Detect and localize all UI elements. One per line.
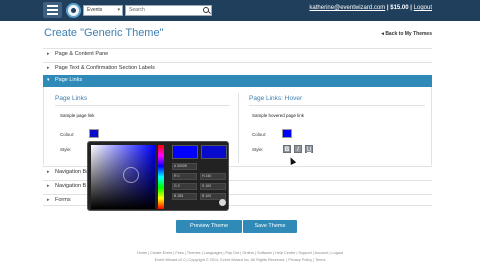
bold-button[interactable]: B xyxy=(283,145,291,153)
search-scope-select[interactable]: Events ▾ xyxy=(83,5,123,16)
hover-style-label: Style: xyxy=(252,147,264,152)
user-email-link[interactable]: katherine@eventwizard.com xyxy=(309,5,385,11)
search-input[interactable]: Search xyxy=(125,5,212,16)
hamburger-menu-icon[interactable] xyxy=(43,2,62,18)
green-field[interactable]: G 0 xyxy=(172,183,197,190)
section-label: Page Links xyxy=(55,77,83,83)
chevron-right-icon: ▸ xyxy=(47,183,50,189)
chevron-right-icon: ▸ xyxy=(47,169,50,175)
top-navigation-bar: Events ▾ Search katherine@eventwizard.co… xyxy=(0,0,480,21)
section-label: Page Text & Confirmation Section Labels xyxy=(55,65,155,71)
section-label: Navigation B xyxy=(55,183,87,189)
color-picker-popup: # 0000ff R 0 H 240 G 0 S 100 B 255 B 100 xyxy=(87,141,229,211)
app-logo[interactable] xyxy=(66,3,81,18)
back-to-themes-link[interactable]: ◂ Back to My Themes xyxy=(381,31,432,37)
colour-label: Colour: xyxy=(60,132,75,137)
section-page-text-labels[interactable]: ▸ Page Text & Confirmation Section Label… xyxy=(43,62,432,74)
back-link-label: Back to My Themes xyxy=(385,31,432,37)
color-selector-ring[interactable] xyxy=(123,167,139,183)
account-balance[interactable]: $15.00 xyxy=(390,5,408,11)
section-label: Page & Content Pane xyxy=(55,51,109,57)
page-title: Create "Generic Theme" xyxy=(44,27,164,39)
link-colour-swatch[interactable] xyxy=(89,129,99,138)
footer-copyright: Event Wizard v2.0 | Copyright © 2014, Ev… xyxy=(154,258,326,262)
new-color-preview xyxy=(172,145,198,159)
search-scope-value: Events xyxy=(87,7,103,13)
separator: | xyxy=(410,5,412,11)
section-page-content-pane[interactable]: ▸ Page & Content Pane xyxy=(43,48,432,60)
page-links-heading: Page Links xyxy=(55,95,88,102)
search-icon[interactable] xyxy=(203,7,209,13)
save-theme-button[interactable]: Save Theme xyxy=(243,220,297,233)
hover-colour-swatch[interactable] xyxy=(282,129,292,138)
search-placeholder: Search xyxy=(129,7,145,13)
current-color-preview xyxy=(201,145,227,159)
page-links-hover-heading: Page Links: Hover xyxy=(249,95,303,102)
chevron-right-icon: ▸ xyxy=(47,65,50,71)
preview-theme-button[interactable]: Preview Theme xyxy=(176,220,242,233)
logout-link[interactable]: Logout xyxy=(414,5,432,11)
sample-page-link: Sample page link xyxy=(60,113,95,118)
section-label: Navigation Bar xyxy=(55,169,92,175)
red-field[interactable]: R 0 xyxy=(172,173,197,180)
column-divider xyxy=(238,93,239,163)
section-label: Forms xyxy=(55,197,71,203)
user-account-bar: katherine@eventwizard.com | $15.00 | Log… xyxy=(309,5,432,11)
underline-button[interactable]: U xyxy=(305,145,313,153)
separator: | xyxy=(386,5,389,11)
chevron-right-icon: ▸ xyxy=(47,51,50,57)
hover-colour-label: Colour: xyxy=(252,132,267,137)
blue-field[interactable]: B 255 xyxy=(172,193,197,200)
color-apply-icon[interactable] xyxy=(219,199,226,206)
saturation-field[interactable]: S 100 xyxy=(200,183,226,190)
section-page-links[interactable]: ▾ Page Links xyxy=(43,75,432,87)
italic-button[interactable]: I xyxy=(294,145,302,153)
divider xyxy=(249,105,425,106)
chevron-right-icon: ▸ xyxy=(47,197,50,203)
chevron-down-icon: ▾ xyxy=(117,7,120,13)
style-label: Style: xyxy=(60,147,72,152)
hue-slider[interactable] xyxy=(158,145,164,209)
hue-field[interactable]: H 240 xyxy=(200,173,226,180)
footer-links[interactable]: Home | Create Event | Fees | Themes | La… xyxy=(0,251,480,255)
chevron-down-icon: ▾ xyxy=(47,77,50,83)
hex-field[interactable]: # 0000ff xyxy=(172,163,197,170)
divider xyxy=(55,105,230,106)
sample-hovered-link: Sample hovered page link xyxy=(252,113,305,118)
